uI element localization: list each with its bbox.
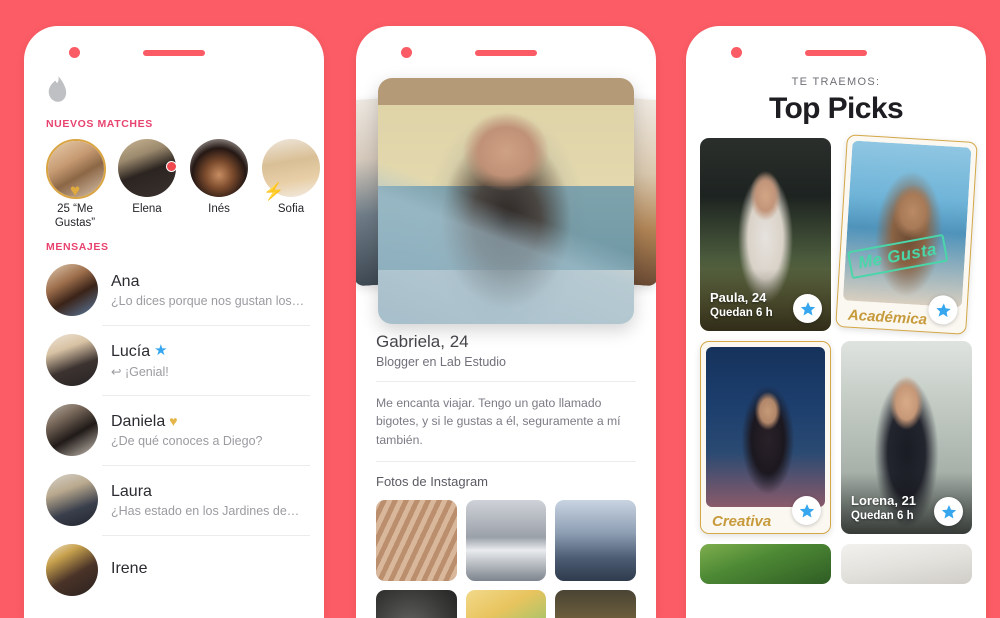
avatar	[46, 544, 98, 597]
message-preview: ¿De qué conoces a Diego?	[111, 434, 263, 449]
top-pick-name: Lorena, 21	[851, 492, 917, 508]
match-item-elena[interactable]: Elena	[116, 139, 178, 230]
profile-name: Gabriela, 24	[376, 332, 469, 351]
speaker-bar	[475, 50, 537, 56]
top-pick-photo	[706, 347, 825, 507]
divider	[376, 381, 636, 382]
instagram-photo[interactable]	[555, 499, 636, 581]
camera-dot-icon	[731, 47, 742, 58]
super-like-button[interactable]	[792, 496, 821, 525]
message-row[interactable]: Lucía ★ ↩ ¡Genial!	[24, 325, 324, 395]
top-pick-card[interactable]: Lorena, 21 Quedan 6 h	[841, 341, 972, 534]
gold-heart-badge-icon: ♥	[69, 181, 81, 200]
super-like-star-icon: ★	[154, 342, 168, 360]
top-pick-timer: Quedan 6 h	[851, 510, 914, 523]
camera-dot-icon	[401, 47, 412, 58]
unread-dot-badge-icon	[166, 161, 177, 172]
avatar	[46, 264, 98, 317]
match-item-ines[interactable]: Inés	[188, 139, 250, 230]
top-picks-grid: Paula, 24 Quedan 6 h Me Gusta Académica	[686, 126, 986, 584]
phone-notch	[686, 26, 986, 62]
instagram-photo[interactable]	[376, 499, 457, 581]
avatar	[46, 474, 98, 527]
profile-photo-card[interactable]	[378, 78, 634, 324]
phone-mockup-top-picks: TE TRAEMOS: Top Picks Paula, 24 Quedan 6…	[686, 26, 986, 618]
message-sender: Laura	[111, 483, 152, 501]
message-sender: Ana	[111, 273, 140, 291]
new-matches-row[interactable]: ♥ 25 “Me Gustas” Elena Inés ⚡ Sofia	[24, 130, 324, 230]
gold-heart-icon: ♥	[169, 413, 178, 430]
top-picks-title: Top Picks	[768, 92, 904, 125]
messages-list: Ana ¿Lo dices porque nos gustan los… Luc…	[24, 255, 324, 605]
match-avatar[interactable]	[190, 139, 248, 197]
boost-bolt-badge-icon: ⚡	[263, 182, 285, 201]
avatar	[46, 334, 98, 387]
instagram-photo[interactable]	[465, 499, 547, 581]
phone3-screen: TE TRAEMOS: Top Picks Paula, 24 Quedan 6…	[686, 62, 986, 618]
instagram-section-title: Fotos de Instagram	[376, 473, 488, 489]
top-pick-card[interactable]: Me Gusta Académica	[835, 134, 978, 335]
instagram-photo-grid	[356, 489, 656, 618]
message-preview: ¿Has estado en los Jardines de…	[111, 504, 300, 519]
top-picks-header: TE TRAEMOS: Top Picks	[686, 62, 986, 126]
super-like-button[interactable]	[927, 294, 959, 326]
message-row[interactable]: Daniela ♥ ¿De qué conoces a Diego?	[24, 395, 324, 465]
profile-job: Blogger en Lab Estudio	[376, 355, 506, 369]
match-label: 25 “Me Gustas”	[54, 203, 96, 230]
top-pick-name: Paula, 24	[710, 289, 767, 305]
message-sender: Irene	[111, 560, 148, 578]
top-pick-photo	[700, 544, 831, 584]
top-pick-timer: Quedan 6 h	[710, 307, 773, 320]
new-matches-header: NUEVOS MATCHES	[46, 118, 153, 130]
match-label: Inés	[208, 203, 230, 215]
message-row[interactable]: Ana ¿Lo dices porque nos gustan los…	[24, 255, 324, 325]
instagram-photo[interactable]	[376, 589, 457, 618]
top-pick-tag: Creativa	[712, 513, 772, 530]
match-label: Elena	[132, 203, 162, 215]
profile-card-stack[interactable]	[356, 68, 656, 324]
super-like-star-icon	[799, 503, 814, 517]
phone1-screen: NUEVOS MATCHES ♥ 25 “Me Gustas” Elena In…	[24, 62, 324, 618]
profile-bio: Me encanta viajar. Tengo un gato llamado…	[376, 396, 621, 447]
phone-mockup-matches: NUEVOS MATCHES ♥ 25 “Me Gustas” Elena In…	[24, 26, 324, 618]
tinder-flame-icon[interactable]	[46, 76, 68, 102]
top-picks-kicker: TE TRAEMOS:	[791, 76, 881, 88]
top-pick-photo	[841, 544, 972, 584]
phone-mockup-profile: Gabriela, 24 Blogger en Lab Estudio Me e…	[356, 26, 656, 618]
camera-dot-icon	[69, 47, 80, 58]
message-preview: ↩ ¡Genial!	[111, 364, 169, 379]
super-like-star-icon	[800, 301, 815, 315]
message-sender: Daniela ♥	[111, 413, 178, 431]
match-item-likes[interactable]: ♥ 25 “Me Gustas”	[44, 139, 106, 230]
speaker-bar	[805, 50, 867, 56]
instagram-photo[interactable]	[465, 589, 547, 618]
top-pick-photo	[842, 140, 972, 308]
phone2-screen: Gabriela, 24 Blogger en Lab Estudio Me e…	[356, 62, 656, 618]
divider	[376, 460, 636, 462]
phone-notch	[24, 26, 324, 62]
match-item-sofia[interactable]: ⚡ Sofia	[260, 139, 322, 230]
instagram-photo[interactable]	[555, 589, 636, 618]
message-row[interactable]: Irene	[24, 535, 324, 605]
super-like-star-icon	[941, 504, 956, 518]
top-pick-card[interactable]: Paula, 24 Quedan 6 h	[700, 138, 831, 331]
top-pick-tag: Académica	[847, 306, 928, 329]
speaker-bar	[143, 50, 205, 56]
message-row[interactable]: Laura ¿Has estado en los Jardines de…	[24, 465, 324, 535]
message-preview: ¿Lo dices porque nos gustan los…	[111, 294, 305, 309]
super-like-button[interactable]	[793, 294, 822, 323]
top-pick-card[interactable]: Creativa	[700, 341, 831, 534]
top-pick-card[interactable]	[700, 544, 831, 584]
super-like-button[interactable]	[934, 497, 963, 526]
top-pick-meta: Lorena, 21 Quedan 6 h	[851, 493, 916, 525]
match-label: Sofia	[277, 203, 305, 215]
phone-notch	[356, 26, 656, 62]
top-pick-card[interactable]	[841, 544, 972, 584]
top-pick-meta: Paula, 24 Quedan 6 h	[710, 290, 773, 322]
message-sender: Lucía ★	[111, 342, 168, 360]
profile-info: Gabriela, 24 Blogger en Lab Estudio	[356, 320, 656, 369]
messages-header: MENSAJES	[46, 241, 109, 254]
avatar	[46, 404, 98, 457]
super-like-star-icon	[935, 302, 951, 317]
